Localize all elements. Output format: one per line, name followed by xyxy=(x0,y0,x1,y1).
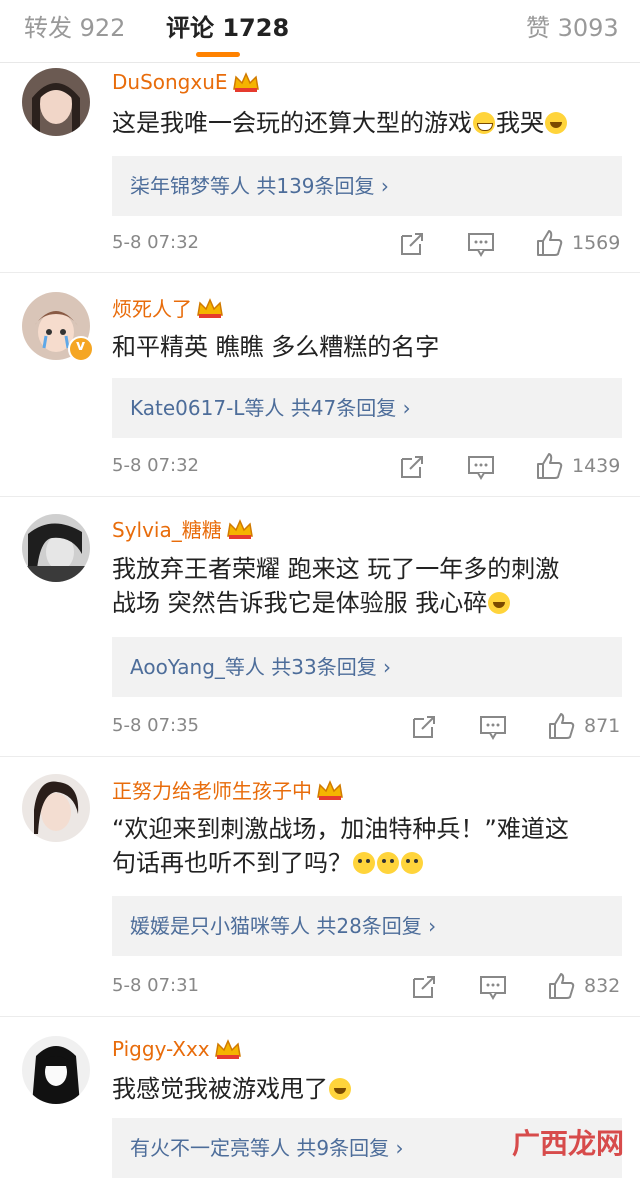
comment-tabs: 转发 922 评论 1728 赞 3093 xyxy=(0,0,640,63)
like-count: 1569 xyxy=(572,232,621,254)
thumb-up-icon xyxy=(549,973,575,999)
tab-comments[interactable]: 评论 1728 xyxy=(166,8,289,43)
cry-emoji-icon xyxy=(545,112,567,134)
vip-crown-icon xyxy=(317,779,343,800)
laugh-emoji-icon xyxy=(473,112,495,134)
vip-crown-icon xyxy=(214,1039,241,1059)
comment-icon[interactable] xyxy=(466,230,496,258)
reply-summary-link[interactable]: AooYang_等人 共33条回复 › xyxy=(112,637,622,697)
share-icon[interactable] xyxy=(410,973,438,1001)
comment-username[interactable]: DuSongxuE xyxy=(112,70,260,94)
comment-username[interactable]: Piggy-Xxx xyxy=(112,1037,242,1061)
divider xyxy=(0,756,640,757)
share-icon[interactable] xyxy=(410,713,438,741)
pleading-emoji-icon xyxy=(353,852,375,874)
divider xyxy=(0,1016,640,1017)
like-count: 832 xyxy=(584,975,621,997)
comment-timestamp: 5-8 07:32 xyxy=(112,232,199,253)
avatar[interactable] xyxy=(22,68,90,136)
like-button[interactable]: 871 xyxy=(546,711,620,741)
share-icon[interactable] xyxy=(398,453,426,481)
verified-badge-icon xyxy=(68,336,94,362)
thumb-up-icon xyxy=(537,230,563,256)
like-count: 871 xyxy=(584,715,621,737)
comment-text: 和平精英 瞧瞧 多么糟糕的名字 xyxy=(112,333,440,361)
tab-repost[interactable]: 转发 922 xyxy=(24,8,125,43)
comment-text: 我感觉我被游戏甩了 xyxy=(112,1072,622,1106)
comment-icon[interactable] xyxy=(478,713,508,741)
comment-username[interactable]: Sylvia_糖糖 xyxy=(112,514,254,543)
comment-text: 我放弃王者荣耀 跑来这 玩了一年多的刺激 战场 突然告诉我它是体验服 我心碎 xyxy=(112,555,560,617)
comment-timestamp: 5-8 07:35 xyxy=(112,715,199,736)
thumb-up-icon xyxy=(537,453,563,479)
watermark-logo: 广西龙网 xyxy=(512,1127,625,1160)
tab-likes[interactable]: 赞 3093 xyxy=(526,8,619,43)
reply-summary-link[interactable]: 媛媛是只小猫咪等人 共28条回复 › xyxy=(112,896,622,956)
divider xyxy=(0,272,640,273)
avatar[interactable] xyxy=(22,774,90,842)
comment-timestamp: 5-8 07:31 xyxy=(112,975,199,996)
like-button[interactable]: 1569 xyxy=(534,228,620,258)
like-button[interactable]: 1439 xyxy=(534,451,620,481)
comment-icon[interactable] xyxy=(466,453,496,481)
comment-username[interactable]: 烦死人了 xyxy=(112,293,224,322)
cry-emoji-icon xyxy=(488,592,511,614)
comment-username[interactable]: 正努力给老师生孩子中 xyxy=(112,775,344,804)
comment-timestamp: 5-8 07:32 xyxy=(112,455,199,476)
pleading-emoji-icon xyxy=(377,852,399,874)
divider xyxy=(0,496,640,497)
comment-text: “欢迎来到刺激战场，加油特种兵！”难道这 句话再也听不到了吗？ xyxy=(112,815,569,877)
vip-crown-icon xyxy=(232,72,259,92)
pleading-emoji-icon xyxy=(401,852,423,874)
share-icon[interactable] xyxy=(398,230,426,258)
avatar[interactable] xyxy=(22,514,90,582)
cry-emoji-icon xyxy=(329,1078,351,1100)
reply-summary-link[interactable]: 柒年锦梦等人 共139条回复 › xyxy=(112,156,622,216)
comment-text: 这是我唯一会玩的还算大型的游戏 我哭 xyxy=(112,106,622,140)
vip-crown-icon xyxy=(226,518,253,539)
comment-icon[interactable] xyxy=(478,973,508,1001)
thumb-up-icon xyxy=(549,713,575,739)
like-button[interactable]: 832 xyxy=(546,971,620,1001)
active-tab-indicator xyxy=(196,52,240,57)
avatar[interactable] xyxy=(22,1036,90,1104)
reply-summary-link[interactable]: Kate0617-L等人 共47条回复 › xyxy=(112,378,622,438)
like-count: 1439 xyxy=(572,455,621,477)
vip-crown-icon xyxy=(197,297,223,318)
